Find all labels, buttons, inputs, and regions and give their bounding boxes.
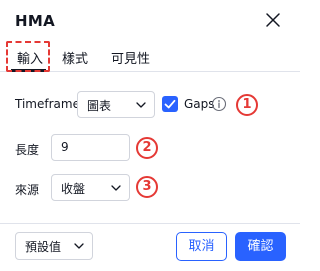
source-select[interactable]: 收盤 <box>51 174 130 201</box>
indicator-settings-dialog: HMA 輸入 樣式 可見性 Timeframe 圖表 Gaps 1 長度 9 2… <box>0 0 300 271</box>
source-value: 收盤 <box>61 182 86 196</box>
dialog-title: HMA <box>15 12 55 30</box>
chevron-down-icon <box>74 243 84 249</box>
ok-button[interactable]: 確認 <box>235 232 286 261</box>
tab-highlight-annotation <box>6 41 50 72</box>
close-icon[interactable] <box>264 11 282 29</box>
defaults-dropdown[interactable]: 預設值 <box>15 232 93 260</box>
source-label: 來源 <box>15 183 40 197</box>
gaps-checkbox[interactable] <box>162 96 178 112</box>
footer-divider <box>0 223 300 224</box>
length-value: 9 <box>61 140 69 154</box>
length-input[interactable]: 9 <box>51 134 130 161</box>
checkmark-icon <box>164 99 176 109</box>
chevron-down-icon <box>111 185 121 191</box>
length-label: 長度 <box>15 143 40 157</box>
timeframe-value: 圖表 <box>87 99 112 113</box>
annotation-badge-3: 3 <box>136 176 158 198</box>
annotation-badge-1: 1 <box>236 94 258 116</box>
chevron-down-icon <box>136 102 146 108</box>
annotation-badge-2: 2 <box>136 137 158 159</box>
tab-visibility[interactable]: 可見性 <box>111 48 150 67</box>
cancel-button[interactable]: 取消 <box>176 232 227 261</box>
timeframe-select[interactable]: 圖表 <box>77 91 155 118</box>
defaults-label: 預設值 <box>25 240 62 254</box>
timeframe-label: Timeframe <box>15 97 80 111</box>
gaps-label: Gaps <box>184 97 215 111</box>
tab-style[interactable]: 樣式 <box>62 48 88 67</box>
info-icon[interactable] <box>211 96 227 112</box>
